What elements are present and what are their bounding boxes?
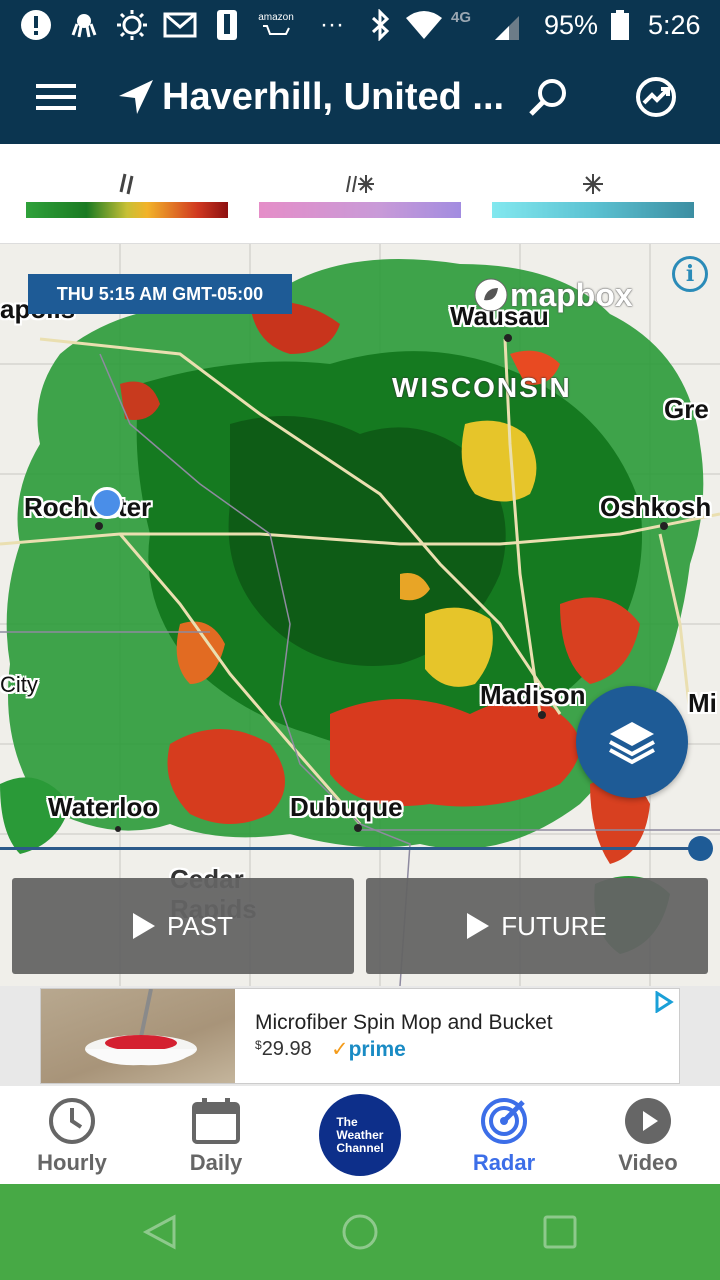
past-button[interactable]: PAST <box>12 878 354 974</box>
nav-daily[interactable]: Daily <box>144 1086 288 1184</box>
bluetooth-icon <box>366 8 394 42</box>
city-label: Mi <box>688 688 717 718</box>
nav-video[interactable]: Video <box>576 1086 720 1184</box>
city-label: City <box>0 672 38 697</box>
alert-icon <box>18 8 54 42</box>
mapbox-logo[interactable]: mapbox <box>472 276 633 314</box>
clock-icon <box>0 1094 144 1148</box>
home-icon[interactable] <box>340 1214 380 1250</box>
battery-percent: 95% <box>544 10 599 40</box>
wifi-icon <box>404 8 444 42</box>
twc-logo[interactable]: The Weather Channel <box>319 1094 401 1176</box>
radar-map[interactable]: Wausau WISCONSIN Gre Rochester Oshkosh C… <box>0 244 720 986</box>
radar-legend <box>0 144 720 244</box>
city-label: Dubuque <box>290 792 403 822</box>
play-icon <box>467 913 490 939</box>
rain-icon <box>26 172 228 202</box>
status-bar: amazon ··· 4G 95% 5:26 <box>0 0 720 50</box>
layers-button[interactable] <box>576 686 688 798</box>
ad-banner[interactable]: Microfiber Spin Mop and Bucket $29.98 ✓p… <box>0 986 720 1086</box>
more-icon: ··· <box>320 11 344 38</box>
info-icon[interactable]: i <box>672 256 708 292</box>
system-nav-bar <box>0 1184 720 1280</box>
search-icon[interactable] <box>524 72 572 122</box>
amazon-icon: amazon <box>256 8 296 42</box>
radar-overlay <box>0 244 720 986</box>
city-label: Rochester <box>24 492 152 522</box>
trending-icon[interactable] <box>630 72 682 122</box>
layers-icon <box>609 722 655 765</box>
legend-mix <box>259 144 461 244</box>
city-label: Oshkosh <box>600 492 712 522</box>
location-title[interactable]: Haverhill, United ... <box>162 74 504 120</box>
city-label: Madison <box>480 680 586 710</box>
navigation-arrow-icon[interactable] <box>112 75 158 121</box>
radar-icon <box>432 1094 576 1148</box>
legend-snow <box>492 144 694 244</box>
battery-icon <box>608 8 632 42</box>
state-label: WISCONSIN <box>392 372 572 403</box>
future-button[interactable]: FUTURE <box>366 878 708 974</box>
gmail-icon <box>162 8 198 42</box>
signal-icon: 4G <box>450 8 522 42</box>
phone-icon <box>212 8 242 42</box>
recents-icon[interactable] <box>540 1214 580 1250</box>
prime-badge: ✓prime <box>331 1038 406 1061</box>
rain-scale <box>26 202 228 218</box>
menu-icon[interactable] <box>28 75 84 119</box>
city-label: Gre <box>664 394 709 424</box>
adchoices-icon[interactable] <box>653 990 675 1014</box>
ad-title: Microfiber Spin Mop and Bucket <box>255 1011 553 1034</box>
svg-text:4G: 4G <box>451 9 471 26</box>
app-header: Haverhill, United ... <box>0 50 720 144</box>
nav-hourly[interactable]: Hourly <box>0 1086 144 1184</box>
timeline-track[interactable] <box>0 847 700 850</box>
legend-rain <box>26 144 228 244</box>
nav-radar[interactable]: Radar <box>432 1086 576 1184</box>
ad-product-image <box>41 989 235 1083</box>
timeline-handle[interactable] <box>688 836 713 861</box>
play-icon <box>133 913 155 939</box>
current-location-marker <box>91 487 123 519</box>
ad-price: $29.98 <box>255 1038 312 1060</box>
snow-icon <box>492 172 694 202</box>
bottom-nav: Hourly Daily The Weather Channel Radar V… <box>0 1086 720 1184</box>
ad-card[interactable]: Microfiber Spin Mop and Bucket $29.98 ✓p… <box>40 988 680 1084</box>
mix-scale <box>259 202 461 218</box>
clock-time: 5:26 <box>648 10 701 40</box>
calendar-icon <box>144 1094 288 1148</box>
octopus-icon <box>66 8 102 42</box>
city-label: Waterloo <box>48 792 159 822</box>
snow-scale <box>492 202 694 218</box>
radar-timestamp: THU 5:15 AM GMT-05:00 <box>28 274 292 314</box>
sun-icon <box>114 8 150 42</box>
back-icon[interactable] <box>140 1214 180 1250</box>
mix-icon <box>259 172 461 202</box>
play-icon <box>576 1094 720 1148</box>
